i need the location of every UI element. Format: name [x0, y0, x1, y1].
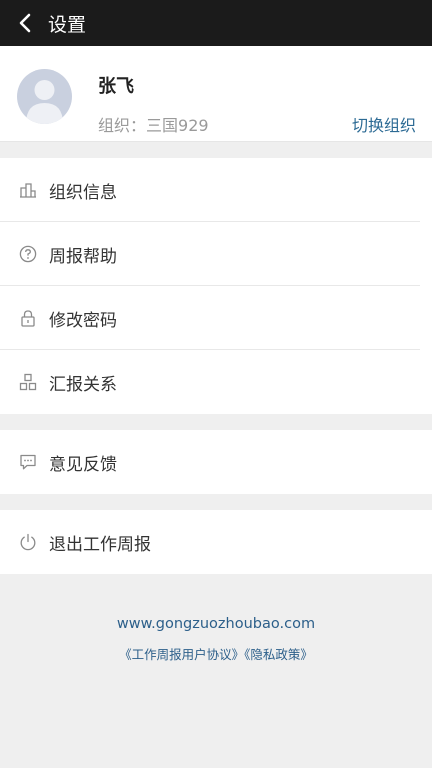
website-link[interactable]: www.gongzuozhoubao.com	[0, 616, 432, 632]
user-agreement-link[interactable]: 《工作周报用户协议》	[119, 647, 244, 662]
menu-item-label: 意见反馈	[49, 454, 117, 475]
menu-group-feedback: 意见反馈	[0, 430, 432, 494]
org-name: 三国929	[146, 116, 209, 135]
back-button[interactable]	[14, 12, 36, 34]
switch-org-link[interactable]: 切换组织	[352, 112, 416, 136]
menu-item-org-info[interactable]: 组织信息	[0, 158, 432, 222]
menu-item-label: 汇报关系	[49, 374, 117, 395]
user-silhouette-icon	[26, 80, 63, 124]
menu-item-report-relation[interactable]: 汇报关系	[0, 350, 432, 414]
menu-item-label: 组织信息	[49, 182, 117, 203]
menu-item-help[interactable]: 周报帮助	[0, 222, 432, 286]
section-gap	[0, 494, 432, 510]
building-icon	[20, 183, 36, 198]
menu-item-feedback[interactable]: 意见反馈	[0, 430, 432, 494]
menu-group-logout: 退出工作周报	[0, 510, 432, 574]
menu-item-logout[interactable]: 退出工作周报	[0, 510, 432, 574]
org-chart-icon	[19, 373, 37, 391]
footer: www.gongzuozhoubao.com 《工作周报用户协议》《隐私政策》	[0, 616, 432, 663]
power-icon	[20, 533, 36, 551]
menu-item-label: 周报帮助	[49, 246, 117, 267]
privacy-policy-link[interactable]: 《隐私政策》	[244, 647, 313, 662]
avatar[interactable]	[17, 69, 72, 124]
section-gap	[0, 414, 432, 430]
menu-item-change-password[interactable]: 修改密码	[0, 286, 432, 350]
user-name: 张飞	[98, 76, 134, 97]
menu-item-label: 修改密码	[49, 310, 117, 331]
profile-card[interactable]: 张飞 组织：三国929 切换组织	[0, 46, 432, 142]
menu-group-main: 组织信息 周报帮助 修改密码 汇报关系	[0, 158, 432, 414]
section-gap	[0, 142, 432, 158]
legal-links: 《工作周报用户协议》《隐私政策》	[0, 644, 432, 663]
chevron-left-icon	[19, 13, 31, 33]
org-line: 组织：三国929	[98, 112, 209, 136]
help-circle-icon	[19, 245, 37, 263]
feedback-icon	[20, 454, 36, 470]
lock-icon	[21, 310, 35, 327]
org-label: 组织：	[98, 116, 147, 135]
menu-item-label: 退出工作周报	[49, 534, 151, 555]
page-title: 设置	[48, 13, 87, 36]
top-bar: 设置	[0, 0, 432, 46]
